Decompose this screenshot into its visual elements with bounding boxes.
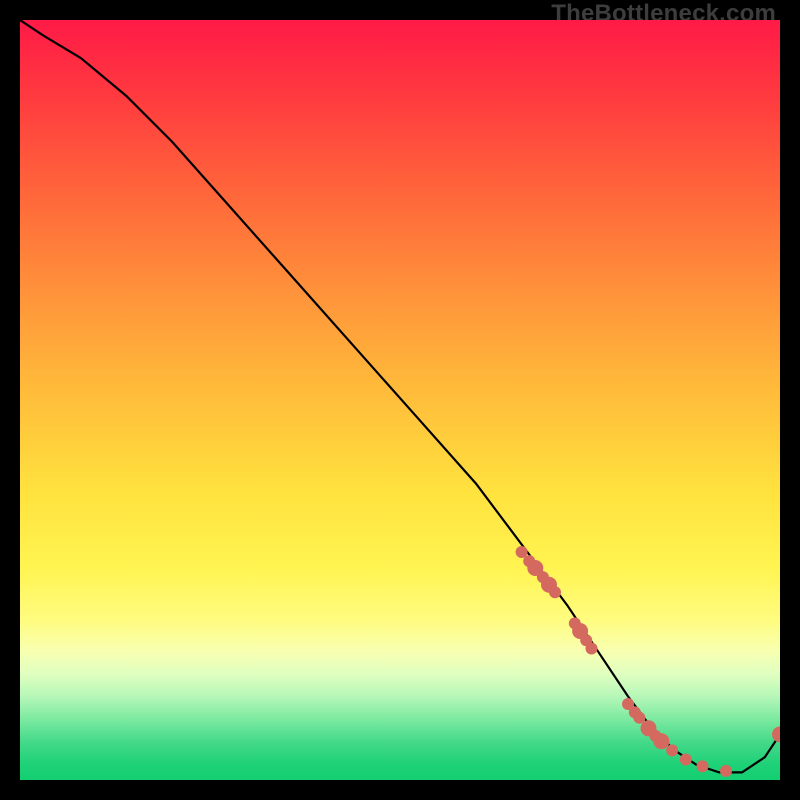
bottleneck-curve <box>20 20 780 772</box>
data-point <box>666 744 678 756</box>
data-point <box>720 765 732 777</box>
data-point <box>586 643 598 655</box>
data-point <box>772 726 780 742</box>
data-point <box>653 733 669 749</box>
curve-layer <box>20 20 780 780</box>
data-point <box>549 586 561 598</box>
data-point <box>680 754 692 766</box>
chart-stage: TheBottleneck.com <box>0 0 800 800</box>
data-point <box>697 760 709 772</box>
plot-area <box>20 20 780 780</box>
data-point <box>633 712 645 724</box>
data-point-markers <box>516 546 780 777</box>
